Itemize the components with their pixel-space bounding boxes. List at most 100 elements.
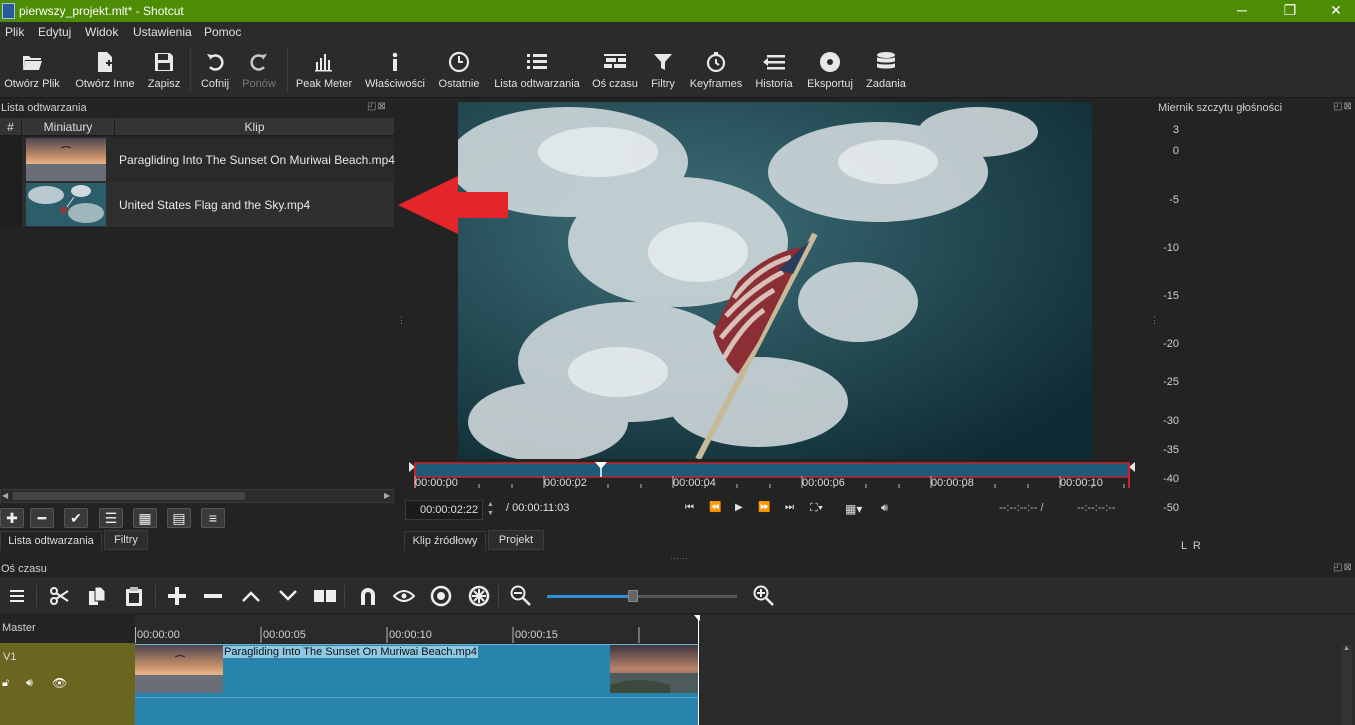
icons-view-button[interactable]: ▤ bbox=[167, 508, 191, 528]
lift-chevron-up-icon[interactable] bbox=[238, 583, 264, 609]
timeline-button[interactable]: Oś czasu bbox=[589, 42, 641, 98]
properties-button[interactable]: Właściwości bbox=[362, 42, 428, 98]
playlist-button[interactable]: Lista odtwarzania bbox=[490, 42, 584, 98]
grid-icon[interactable]: ▦▾ bbox=[845, 502, 862, 516]
remove-minus-icon[interactable] bbox=[200, 583, 226, 609]
fast-forward-icon[interactable]: ⏩ bbox=[758, 502, 770, 513]
scrollbar-thumb[interactable] bbox=[13, 492, 245, 500]
filters-button[interactable]: Filtry bbox=[645, 42, 681, 98]
keyframes-button[interactable]: Keyframes bbox=[686, 42, 746, 98]
tiles-view-button[interactable]: ▦ bbox=[133, 508, 157, 528]
cut-scissors-icon[interactable] bbox=[47, 583, 73, 609]
tab-source-clip[interactable]: Klip źródłowy bbox=[404, 531, 486, 551]
timeline-menu-icon[interactable] bbox=[4, 583, 30, 609]
rewind-icon[interactable]: ⏪ bbox=[709, 502, 721, 513]
timeline-ruler[interactable]: 00:00:00 00:00:05 00:00:10 00:00:15 bbox=[135, 615, 700, 643]
split-icon[interactable] bbox=[312, 583, 338, 609]
timeline-clip[interactable]: Paragliding Into The Sunset On Muriwai B… bbox=[135, 644, 698, 725]
timecode-spinner[interactable]: ▲ ▼ bbox=[487, 500, 494, 518]
scroll-right-arrow-icon[interactable]: ▶ bbox=[384, 491, 390, 500]
paste-clipboard-icon[interactable] bbox=[121, 583, 147, 609]
append-plus-icon[interactable] bbox=[164, 583, 190, 609]
close-button[interactable]: ✕ bbox=[1313, 0, 1355, 22]
scrub-tick-label: 00:00:06 bbox=[802, 477, 845, 489]
menu-edit[interactable]: Edytuj bbox=[38, 25, 71, 39]
title-bar: pierwszy_projekt.mlt* - Shotcut ─ ❐ ✕ bbox=[0, 0, 1355, 22]
menu-view[interactable]: Widok bbox=[85, 25, 118, 39]
zoom-slider[interactable] bbox=[547, 590, 737, 602]
zoom-out-icon[interactable] bbox=[508, 583, 534, 609]
zoom-slider-handle[interactable] bbox=[627, 590, 638, 602]
skip-next-icon[interactable]: ⏭ bbox=[785, 502, 794, 513]
open-file-button[interactable]: Otwórz Plik bbox=[0, 42, 64, 98]
add-clip-button[interactable]: ✚ bbox=[0, 508, 24, 528]
scrub-bar[interactable]: 00:00:00 00:00:02 00:00:04 00:00:06 00:0… bbox=[409, 462, 1135, 492]
panel-float-close-buttons[interactable]: ◰⊠ bbox=[367, 101, 387, 112]
tab-filters[interactable]: Filtry bbox=[104, 530, 148, 550]
volume-icon[interactable]: 🔊︎ bbox=[881, 502, 888, 515]
column-clip[interactable]: Klip bbox=[115, 118, 394, 136]
snap-magnet-icon[interactable] bbox=[355, 583, 381, 609]
timeline-panel: Oś czasu ◰⊠ Master V1 🔓︎ 🔊︎ 👁︎ 00:00:00 … bbox=[0, 560, 1355, 725]
menu-file[interactable]: Plik bbox=[5, 25, 24, 39]
timeline-empty-area[interactable]: ▲ bbox=[700, 615, 1355, 725]
open-other-button[interactable]: Otwórz Inne bbox=[68, 42, 142, 98]
open-other-icon bbox=[68, 50, 142, 74]
menu-settings[interactable]: Ustawienia bbox=[133, 25, 192, 39]
ruler-tick-label: 00:00:10 bbox=[389, 629, 432, 641]
playlist-menu-button[interactable]: ≡ bbox=[201, 508, 225, 528]
zoom-in-icon[interactable] bbox=[751, 583, 777, 609]
scrub-track[interactable] bbox=[409, 462, 1135, 492]
row-number bbox=[0, 182, 22, 227]
remove-clip-button[interactable]: ━ bbox=[30, 508, 54, 528]
column-thumbnails[interactable]: Miniatury bbox=[22, 118, 115, 136]
clip-end-thumbnail bbox=[610, 645, 698, 693]
scrub-tick-label: 00:00:08 bbox=[931, 477, 974, 489]
playlist-row[interactable]: Paragliding Into The Sunset On Muriwai B… bbox=[0, 137, 395, 182]
scrub-drag-eye-icon[interactable] bbox=[391, 583, 417, 609]
lock-icon[interactable]: 🔓︎ bbox=[2, 677, 9, 690]
peak-meter-button[interactable]: Peak Meter bbox=[293, 42, 355, 98]
maximize-button[interactable]: ❐ bbox=[1267, 0, 1313, 22]
toolbar-separator bbox=[287, 48, 288, 92]
hide-eye-icon[interactable]: 👁︎ bbox=[52, 676, 67, 690]
tab-playlist[interactable]: Lista odtwarzania bbox=[0, 531, 102, 551]
scroll-up-arrow-icon[interactable]: ▲ bbox=[1343, 645, 1350, 652]
clip-title: Paragliding Into The Sunset On Muriwai B… bbox=[223, 646, 478, 658]
meter-scale-label: -35 bbox=[1163, 444, 1179, 456]
tab-project[interactable]: Projekt bbox=[488, 530, 544, 550]
history-button[interactable]: Historia bbox=[750, 42, 798, 98]
redo-icon bbox=[239, 50, 279, 74]
meter-scale-label: -10 bbox=[1163, 242, 1179, 254]
undo-button[interactable]: Cofnij bbox=[195, 42, 235, 98]
redo-button[interactable]: Ponów bbox=[239, 42, 279, 98]
video-preview[interactable] bbox=[458, 102, 1092, 459]
meter-scale-label: 0 bbox=[1172, 145, 1179, 157]
skip-previous-icon[interactable]: ⏮ bbox=[685, 502, 694, 513]
minimize-button[interactable]: ─ bbox=[1219, 0, 1265, 22]
column-number[interactable]: # bbox=[0, 118, 22, 136]
timeline-playhead[interactable] bbox=[698, 615, 699, 725]
export-button[interactable]: Eksportuj bbox=[803, 42, 857, 98]
overwrite-chevron-down-icon[interactable] bbox=[275, 583, 301, 609]
timeline-vertical-scrollbar[interactable]: ▲ bbox=[1342, 645, 1352, 725]
play-icon[interactable]: ▶ bbox=[735, 502, 743, 513]
menu-help[interactable]: Pomoc bbox=[204, 25, 241, 39]
zoom-icon[interactable]: ⛶▾ bbox=[810, 502, 823, 515]
ripple-target-icon[interactable] bbox=[428, 583, 454, 609]
update-clip-button[interactable]: ✔ bbox=[64, 508, 88, 528]
playlist-horizontal-scrollbar[interactable]: ◀ ▶ bbox=[0, 489, 394, 503]
panel-float-close-buttons[interactable]: ◰⊠ bbox=[1333, 562, 1353, 573]
playlist-row[interactable]: United States Flag and the Sky.mp4 bbox=[0, 182, 394, 227]
ripple-all-tracks-icon[interactable] bbox=[466, 583, 492, 609]
mute-speaker-icon[interactable]: 🔊︎ bbox=[26, 677, 33, 690]
panel-float-close-buttons[interactable]: ◰⊠ bbox=[1333, 101, 1353, 112]
position-timecode-input[interactable]: 00:00:02:22 bbox=[405, 500, 483, 520]
copy-icon[interactable] bbox=[84, 583, 110, 609]
jobs-button[interactable]: Zadania bbox=[862, 42, 910, 98]
recent-button[interactable]: Ostatnie bbox=[435, 42, 483, 98]
scroll-left-arrow-icon[interactable]: ◀ bbox=[2, 491, 8, 500]
details-view-button[interactable]: ☰ bbox=[99, 508, 123, 528]
track-header-v1[interactable]: V1 🔓︎ 🔊︎ 👁︎ bbox=[0, 643, 135, 725]
save-button[interactable]: Zapisz bbox=[144, 42, 184, 98]
